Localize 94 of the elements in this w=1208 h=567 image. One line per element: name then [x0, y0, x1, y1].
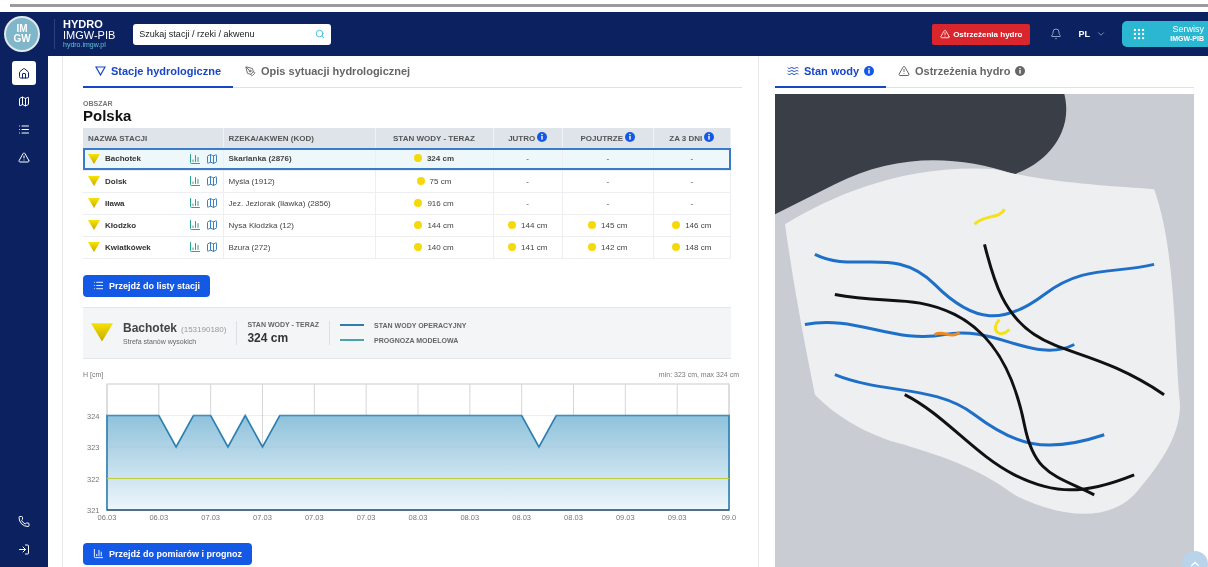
no-data-dash: - — [690, 176, 694, 186]
map-icon[interactable] — [205, 197, 218, 209]
triangle-outline-icon — [95, 66, 106, 76]
station-name: Iława — [105, 198, 126, 208]
tab[interactable]: Stan wody — [775, 56, 886, 88]
map-icon — [18, 94, 30, 108]
search-icon — [315, 28, 326, 39]
column-header: STAN WODY - TERAZ — [375, 128, 493, 148]
table-cell: Jez. Jeziorak (Iławka) (2856) — [223, 192, 375, 214]
chart-icon[interactable] — [188, 241, 201, 253]
search-field[interactable]: Szukaj stacji / rzeki / akwenu — [133, 23, 332, 45]
column-header: RZEKA/AKWEN (KOD) — [223, 128, 375, 148]
table-cell: Bzura (272) — [223, 236, 375, 258]
station-row[interactable]: Bachotek Skarlanka (2876) 324 cm - - - — [83, 148, 731, 170]
triangle-icon — [88, 219, 100, 231]
no-data-dash: - — [526, 176, 529, 186]
info-icon — [625, 132, 636, 142]
no-data-dash: - — [690, 198, 694, 208]
no-data-dash: - — [606, 198, 610, 208]
water-level-reading: 144 cm — [414, 220, 454, 230]
station-name: Dolsk — [105, 176, 128, 186]
tab[interactable]: Stacje hydrologiczne — [83, 56, 234, 88]
no-data-dash: - — [690, 154, 694, 164]
info-icon — [1015, 66, 1026, 76]
station-title: Bachotek (153190180) — [123, 320, 227, 335]
info-icon — [864, 66, 874, 76]
water-level-reading: 146 cm — [672, 220, 712, 230]
station-row[interactable]: Kłodzko Nysa Kłodzka (12) 144 cm 144 cm 145 cm 146 cm — [83, 214, 731, 236]
pen-icon — [245, 65, 257, 77]
station-row[interactable]: Dolsk Myśla (1912) 75 cm - - - — [83, 170, 731, 192]
column-header: ZA 3 DNI — [653, 128, 731, 148]
water-level-reading: 140 cm — [414, 242, 454, 252]
water-level-reading: 75 cm — [416, 176, 452, 186]
list-icon — [18, 122, 30, 136]
water-level-reading: 144 cm — [508, 220, 548, 230]
water-level-reading: 145 cm — [588, 220, 628, 230]
phone-icon — [18, 514, 30, 528]
grid-icon — [1132, 27, 1146, 41]
waves-icon — [787, 65, 799, 77]
station-list-button[interactable]: Przejdź do listy stacji — [83, 274, 211, 297]
area-name: Polska — [83, 107, 133, 124]
no-data-dash: - — [606, 176, 610, 186]
brand-title: HYDRO — [63, 19, 104, 30]
chart-icon[interactable] — [188, 175, 201, 187]
triangle-icon — [88, 241, 100, 253]
no-data-dash: - — [606, 154, 610, 164]
brand-subtitle: IMGW-PIB — [63, 30, 116, 41]
chart-icon — [93, 548, 104, 559]
station-name: Bachotek — [105, 154, 142, 164]
login-icon — [18, 542, 30, 556]
chart-icon[interactable] — [188, 152, 201, 165]
list-icon — [93, 280, 104, 291]
chart-icon[interactable] — [188, 197, 201, 209]
info-icon — [704, 132, 715, 142]
bell-icon[interactable] — [1050, 28, 1063, 40]
map-icon[interactable] — [205, 175, 218, 187]
warning-icon — [898, 65, 910, 77]
water-level-reading: 324 cm — [413, 154, 455, 164]
station-name: Kwiatkówek — [105, 242, 152, 252]
triangle-icon — [91, 323, 113, 342]
tab[interactable]: Opis sytuacji hydrologicznej — [233, 56, 423, 88]
warnings-button[interactable]: Ostrzeżenia hydro — [932, 23, 1031, 45]
column-header: POJUTRZE — [562, 128, 654, 148]
info-icon — [537, 132, 548, 142]
water-level-reading: 148 cm — [672, 242, 712, 252]
column-header: NAZWA STACJI — [83, 128, 223, 148]
water-level-reading: 916 cm — [414, 198, 454, 208]
triangle-icon — [88, 175, 100, 187]
measurements-button[interactable]: Przejdź do pomiarów i prognoz — [83, 542, 252, 565]
no-data-dash: - — [526, 154, 529, 164]
map-icon[interactable] — [205, 152, 218, 165]
station-row[interactable]: Iława Jez. Jeziorak (Iławka) (2856) 916 cm - - - — [83, 192, 731, 214]
column-header: JUTRO — [493, 128, 563, 148]
warning-icon — [18, 150, 30, 164]
language-select[interactable]: PL — [1072, 28, 1112, 40]
triangle-icon — [88, 153, 100, 164]
chart-icon[interactable] — [188, 219, 201, 231]
map-icon[interactable] — [205, 241, 218, 253]
warning-icon — [940, 29, 951, 39]
station-row[interactable]: Kwiatkówek Bzura (272) 140 cm 141 cm 142 cm 148 cm — [83, 236, 731, 258]
triangle-icon — [88, 197, 100, 209]
water-level-reading: 141 cm — [508, 242, 548, 252]
home-nav-button[interactable] — [12, 61, 36, 85]
home-icon — [18, 66, 30, 80]
no-data-dash: - — [526, 198, 529, 208]
current-level-value: 324 cm — [247, 330, 290, 345]
map-icon[interactable] — [205, 219, 218, 231]
station-name: Kłodzko — [105, 220, 138, 230]
table-cell: Skarlanka (2876) — [223, 148, 375, 170]
table-cell: Nysa Kłodzka (12) — [223, 214, 375, 236]
chevron-down-icon — [1096, 29, 1106, 39]
water-level-reading: 142 cm — [588, 242, 628, 252]
tab[interactable]: Ostrzeżenia hydro — [886, 56, 1038, 88]
table-cell: Myśla (1912) — [223, 170, 375, 192]
